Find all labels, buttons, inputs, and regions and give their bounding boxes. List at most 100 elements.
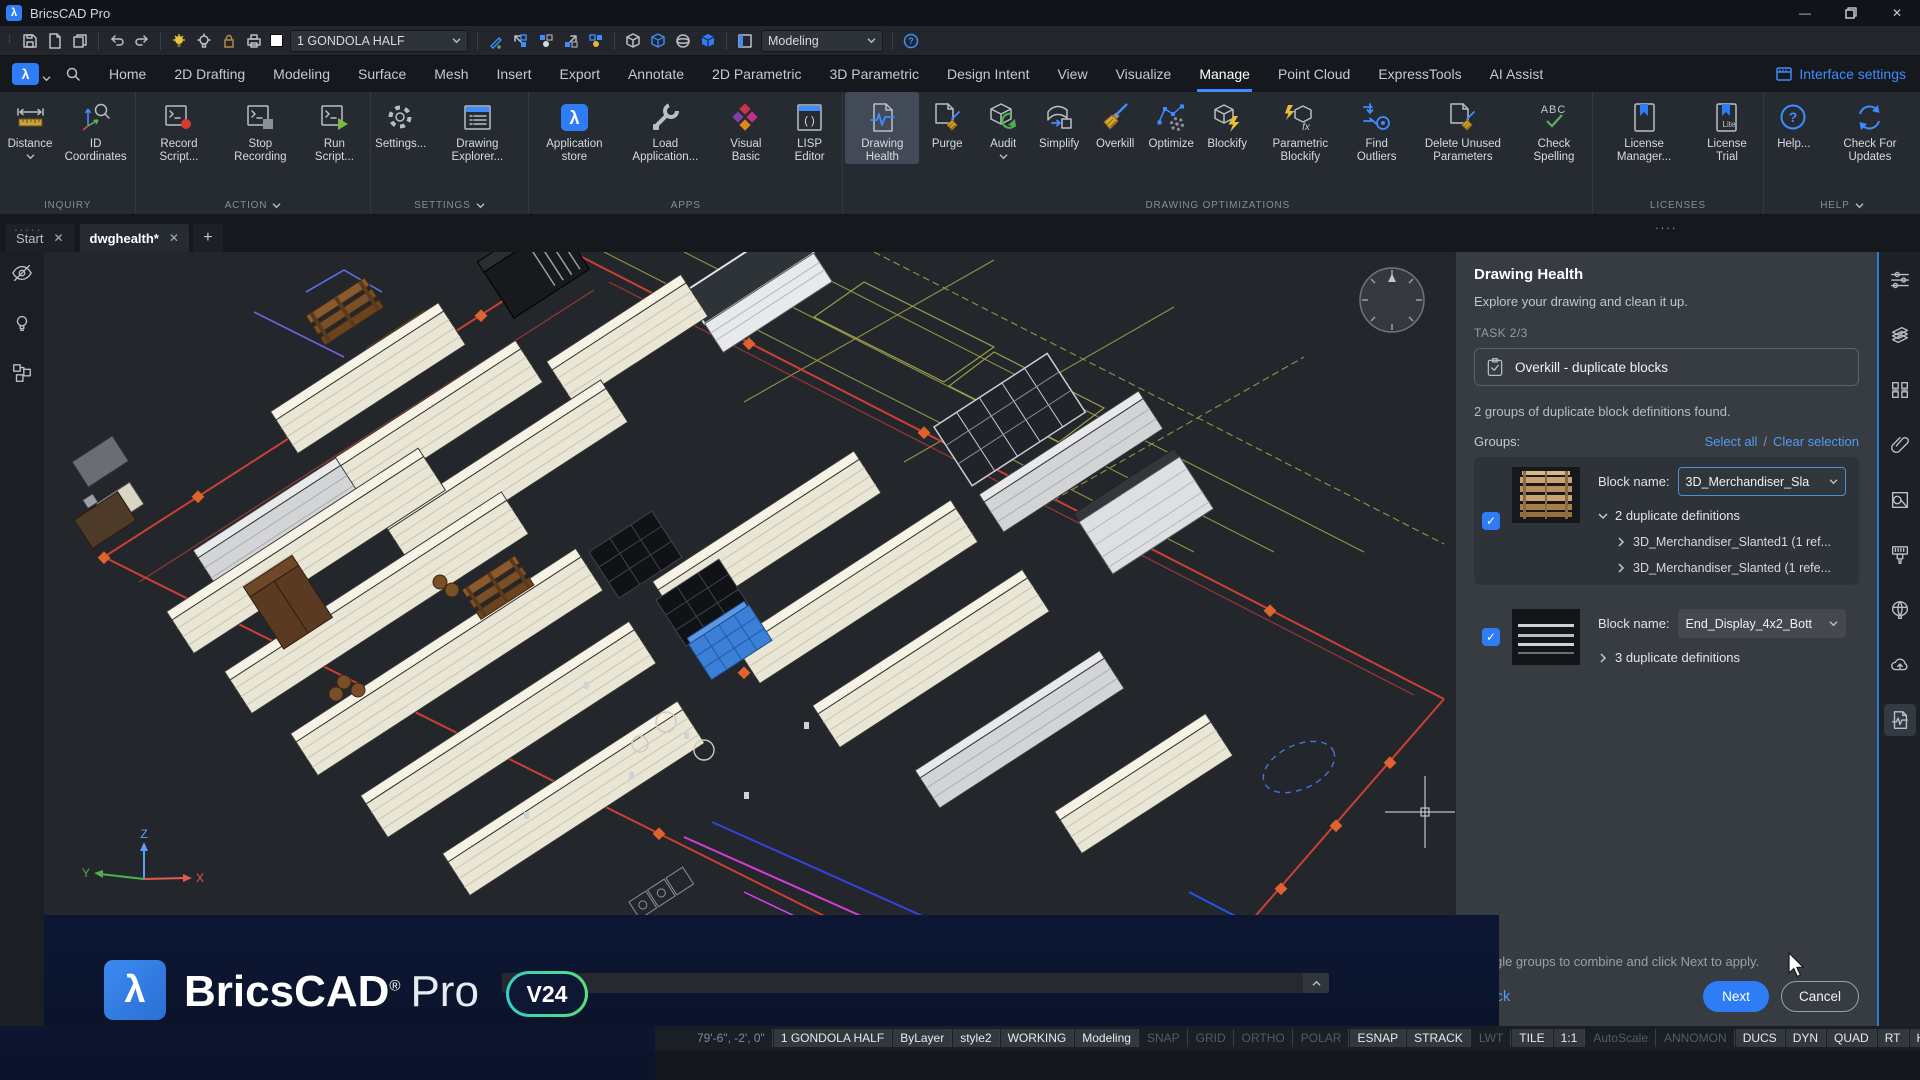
tab-2d-drafting[interactable]: 2D Drafting (160, 56, 259, 92)
cancel-button[interactable]: Cancel (1781, 981, 1859, 1012)
group-label-inquiry[interactable]: INQUIRY (0, 196, 135, 214)
structure-browser-icon[interactable] (11, 362, 33, 384)
toggle-strack[interactable]: STRACK (1407, 1029, 1471, 1047)
close-tab-icon[interactable]: ✕ (169, 231, 179, 245)
drawing-explorer-button[interactable]: Drawing Explorer... (429, 92, 526, 164)
blocks-panel-button[interactable] (1884, 374, 1916, 406)
drawing-health-panel-button[interactable] (1884, 704, 1916, 736)
next-button[interactable]: Next (1703, 981, 1769, 1012)
command-line[interactable]: Next: (502, 973, 1329, 993)
copy-icon[interactable] (71, 32, 89, 50)
tab-manage[interactable]: Manage (1185, 56, 1264, 92)
toggle-polar[interactable]: POLAR (1294, 1029, 1350, 1047)
attachments-panel-button[interactable] (1884, 429, 1916, 461)
close-tab-icon[interactable]: ✕ (53, 231, 63, 245)
definitions-toggle-2[interactable]: 3 duplicate definitions (1598, 650, 1851, 665)
tab-3d-parametric[interactable]: 3D Parametric (816, 56, 933, 92)
render-materials-button[interactable] (1884, 484, 1916, 516)
layer-selector[interactable]: 1 GONDOLA HALF (290, 30, 468, 52)
tab-modeling[interactable]: Modeling (259, 56, 344, 92)
tab-design-intent[interactable]: Design Intent (933, 56, 1044, 92)
save-icon[interactable] (21, 32, 39, 50)
status-workspace[interactable]: Modeling (1075, 1029, 1139, 1047)
view-cube-solid-icon[interactable] (649, 32, 667, 50)
hide-objects-icon[interactable] (11, 262, 33, 284)
view-cube-wire-icon[interactable] (624, 32, 642, 50)
help-button[interactable]: ? Help... (1766, 92, 1822, 151)
paint-panel-button[interactable] (1884, 539, 1916, 571)
status-textstyle[interactable]: style2 (953, 1029, 999, 1047)
status-layer[interactable]: 1 GONDOLA HALF (774, 1029, 892, 1047)
layers-panel-button[interactable] (1884, 319, 1916, 351)
layer-on-icon[interactable] (170, 32, 188, 50)
toggle-ortho[interactable]: ORTHO (1235, 1029, 1293, 1047)
select-all-link[interactable]: Select all (1705, 434, 1758, 449)
match-properties-icon[interactable] (487, 32, 505, 50)
check-spelling-button[interactable]: ABC Check Spelling (1518, 92, 1590, 164)
group-1-checkbox[interactable]: ✓ (1482, 512, 1500, 530)
parametric-blockify-button[interactable]: fx Parametric Blockify (1255, 92, 1345, 164)
tab-mesh[interactable]: Mesh (420, 56, 482, 92)
tab-visualize[interactable]: Visualize (1102, 56, 1186, 92)
toggle-annomon[interactable]: ANNOMON (1657, 1029, 1735, 1047)
toggle-ducs[interactable]: DUCS (1736, 1029, 1785, 1047)
toggle-dyn[interactable]: DYN (1786, 1029, 1826, 1047)
toggle-esnap[interactable]: ESNAP (1350, 1029, 1406, 1047)
optimize-button[interactable]: Optimize (1143, 92, 1199, 151)
record-script-button[interactable]: Record Script... (138, 92, 219, 164)
stop-recording-button[interactable]: Stop Recording (220, 92, 301, 164)
lisp-editor-button[interactable]: ( ) LISP Editor (779, 92, 841, 164)
definition-item[interactable]: 3D_Merchandiser_Slanted (1 refe... (1616, 561, 1851, 575)
license-trial-button[interactable]: Lite License Trial (1693, 92, 1761, 164)
toggle-grid[interactable]: GRID (1189, 1029, 1234, 1047)
tab-export[interactable]: Export (546, 56, 614, 92)
application-store-button[interactable]: λ Application store (531, 92, 618, 164)
group-label-drawing-optimizations[interactable]: DRAWING OPTIMIZATIONS (843, 196, 1592, 214)
view-compass[interactable] (1360, 268, 1424, 332)
simplify-button[interactable]: Simplify (1031, 92, 1087, 151)
group-label-licenses[interactable]: LICENSES (1593, 196, 1763, 214)
run-script-button[interactable]: Run Script... (301, 92, 368, 164)
toggle-quad[interactable]: QUAD (1827, 1029, 1877, 1047)
license-manager-button[interactable]: License Manager... (1595, 92, 1693, 164)
load-application-button[interactable]: Load Application... (618, 92, 713, 164)
light-icon[interactable] (11, 312, 33, 334)
blockify-button[interactable]: Blockify (1199, 92, 1255, 151)
toggle-snap[interactable]: SNAP (1140, 1029, 1188, 1047)
tabbar-drag-handle[interactable]: ∙∙∙∙∙ (14, 222, 42, 237)
ribbon-app-menu[interactable]: λ (12, 63, 39, 85)
new-drawing-icon[interactable] (46, 32, 64, 50)
status-ucs[interactable]: WORKING (1001, 1029, 1075, 1047)
redo-icon[interactable] (133, 32, 151, 50)
restore-button[interactable] (1828, 0, 1874, 26)
find-outliers-button[interactable]: Find Outliers (1345, 92, 1407, 164)
toolbar-drag-handle[interactable]: ⁞ (8, 39, 14, 43)
entity-snap-3-icon[interactable] (562, 32, 580, 50)
settings-button[interactable]: Settings... (373, 92, 429, 151)
duplicate-group-1[interactable]: ✓ Block name: 3D_Merchandiser_Sla (1474, 457, 1859, 585)
distance-button[interactable]: Distance (2, 92, 58, 160)
command-expand-button[interactable] (1303, 973, 1329, 993)
tab-expresstools[interactable]: ExpressTools (1364, 56, 1475, 92)
tab-annotate[interactable]: Annotate (614, 56, 698, 92)
check-for-updates-button[interactable]: Check For Updates (1822, 92, 1918, 164)
layer-freeze-icon[interactable] (195, 32, 213, 50)
purge-button[interactable]: Purge (919, 92, 975, 151)
duplicate-group-2[interactable]: ✓ Block name: End_Display_4x2_Bott 3 dup… (1474, 599, 1859, 675)
app-menu-caret-icon[interactable] (42, 75, 51, 82)
delete-unused-parameters-button[interactable]: Delete Unused Parameters (1408, 92, 1518, 164)
tips-panel-button[interactable] (1884, 594, 1916, 626)
block-name-select-1[interactable]: 3D_Merchandiser_Sla (1678, 467, 1846, 496)
audit-button[interactable]: Audit (975, 92, 1031, 160)
search-icon[interactable] (65, 66, 81, 82)
color-swatch[interactable] (270, 34, 283, 47)
doc-tab-dwghealth[interactable]: dwghealth*✕ (80, 224, 189, 252)
drawing-health-button[interactable]: Drawing Health (845, 92, 919, 164)
toggle-hka[interactable]: HKA (1910, 1029, 1920, 1047)
minimize-button[interactable]: — (1782, 0, 1828, 26)
layer-lock-icon[interactable] (220, 32, 238, 50)
tab-2d-parametric[interactable]: 2D Parametric (698, 56, 815, 92)
view-shaded-icon[interactable] (699, 32, 717, 50)
toggle-rt[interactable]: RT (1878, 1029, 1909, 1047)
properties-panel-button[interactable] (1884, 264, 1916, 296)
